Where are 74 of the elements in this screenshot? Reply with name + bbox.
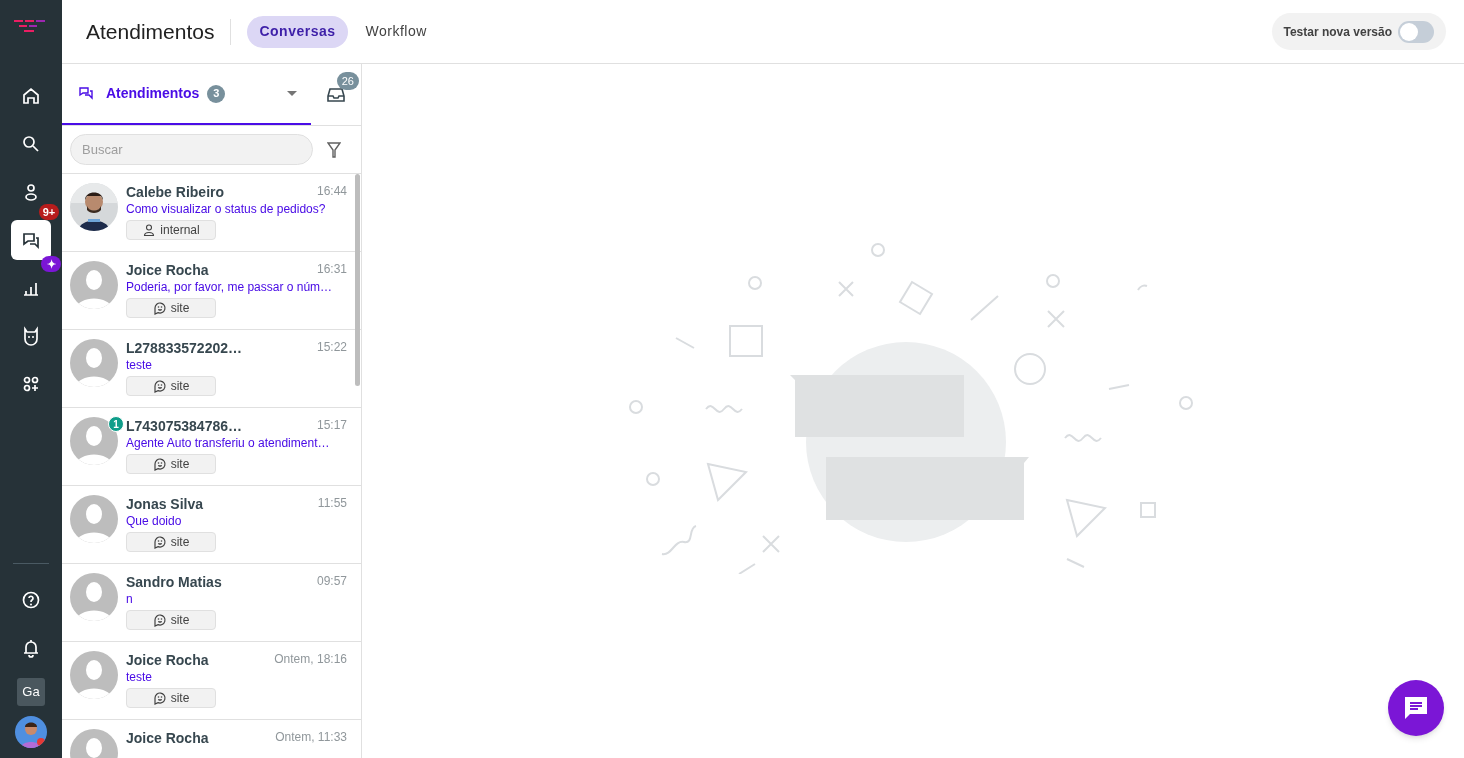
search-icon xyxy=(21,134,41,154)
header-tab[interactable]: Conversas xyxy=(247,15,348,48)
bell-icon xyxy=(21,638,41,658)
count-badge: 3 xyxy=(207,84,226,103)
toggle-switch[interactable] xyxy=(1398,20,1434,43)
robot-icon xyxy=(21,326,41,346)
channel-label: internal xyxy=(160,222,200,239)
channel-label: site xyxy=(170,300,190,317)
message-icon xyxy=(1403,695,1429,721)
message-time: 11:55 xyxy=(317,495,347,511)
message-preview: Poderia, por favor, me passar o núm… xyxy=(126,279,334,296)
help-icon xyxy=(21,590,41,610)
workspace-button[interactable]: Ga xyxy=(17,678,45,706)
chat-bubbles-icon xyxy=(21,230,41,250)
inbox-count-badge: 26 xyxy=(336,72,359,90)
filter-icon[interactable] xyxy=(327,141,341,158)
contact-name: Jonas Silva xyxy=(126,495,204,513)
conversation-row[interactable]: Joice Rocha Ontem, 18:16 teste site xyxy=(62,642,361,720)
message-time: Ontem, 11:33 xyxy=(275,729,347,745)
message-preview: Como visualizar o status de pedidos? xyxy=(126,201,327,218)
header-tab[interactable]: Workflow xyxy=(353,15,439,48)
contact-name: Joice Rocha xyxy=(126,261,209,279)
message-preview: n xyxy=(126,591,134,608)
contact-name: L278833572202… xyxy=(126,339,242,357)
message-preview: Agente Auto transferiu o atendiment… xyxy=(126,435,331,452)
message-time: 16:31 xyxy=(316,261,347,277)
conversation-row[interactable]: Calebe Ribeiro 16:44 Como visualizar o status de pedidos? internal xyxy=(62,174,361,252)
page-title: Atendimentos xyxy=(86,18,215,45)
user-avatar[interactable] xyxy=(15,716,47,748)
toggle-label: Testar nova versão xyxy=(1283,23,1392,41)
chat-face-icon xyxy=(152,301,167,315)
message-time: 09:57 xyxy=(316,573,347,589)
chat-face-icon xyxy=(152,691,167,705)
message-time: 16:44 xyxy=(316,183,347,199)
channel-label: site xyxy=(170,378,190,395)
contact-name: Joice Rocha xyxy=(126,651,209,669)
conversation-row[interactable]: Joice Rocha 16:31 Poderia, por favor, me passar o núm… site xyxy=(62,252,361,330)
channel-label: site xyxy=(170,534,190,551)
notification-badge: 9+ xyxy=(39,204,59,220)
person-icon xyxy=(142,223,157,237)
message-preview: Que doido xyxy=(126,513,183,530)
conversation-row[interactable]: Jonas Silva 11:55 Que doido site xyxy=(62,486,361,564)
message-time: 15:17 xyxy=(316,417,347,433)
channel-label: site xyxy=(170,456,190,473)
chat-face-icon xyxy=(152,457,167,471)
nav-button[interactable] xyxy=(11,220,51,260)
conversations-tab[interactable]: Atendimentos 3 xyxy=(62,64,311,125)
notification-badge: ✦ xyxy=(41,256,61,272)
chat-bubbles-icon xyxy=(78,85,94,102)
contact-name: Joice Rocha xyxy=(126,729,209,747)
inbox-icon[interactable] xyxy=(327,86,345,103)
conversation-row[interactable]: 1 L743075384786… 15:17 Agente Auto transferiu o atendiment… site xyxy=(62,408,361,486)
apps-icon xyxy=(21,374,41,394)
channel-label: site xyxy=(170,612,190,629)
scrollbar-thumb[interactable] xyxy=(355,174,360,386)
chat-face-icon xyxy=(152,379,167,393)
chat-fab-button[interactable] xyxy=(1388,680,1444,736)
conversation-row[interactable]: L278833572202… 15:22 teste site xyxy=(62,330,361,408)
message-time: 15:22 xyxy=(316,339,347,355)
home-icon xyxy=(21,86,41,106)
contact-name: Sandro Matias xyxy=(126,573,222,591)
conversation-row[interactable]: Sandro Matias 09:57 n site xyxy=(62,564,361,642)
dropdown-caret-icon[interactable] xyxy=(287,90,297,97)
channel-label: site xyxy=(170,690,190,707)
message-time: Ontem, 18:16 xyxy=(274,651,347,667)
chat-face-icon xyxy=(152,535,167,549)
contact-name: L743075384786… xyxy=(126,417,242,435)
chat-face-icon xyxy=(152,613,167,627)
conversation-row[interactable]: Joice Rocha Ontem, 11:33 xyxy=(62,720,361,758)
contact-name: Calebe Ribeiro xyxy=(126,183,225,201)
message-preview: teste xyxy=(126,669,153,686)
message-preview: teste xyxy=(126,357,153,374)
search-field[interactable]: Buscar xyxy=(70,134,313,165)
unread-badge: 1 xyxy=(108,416,124,432)
